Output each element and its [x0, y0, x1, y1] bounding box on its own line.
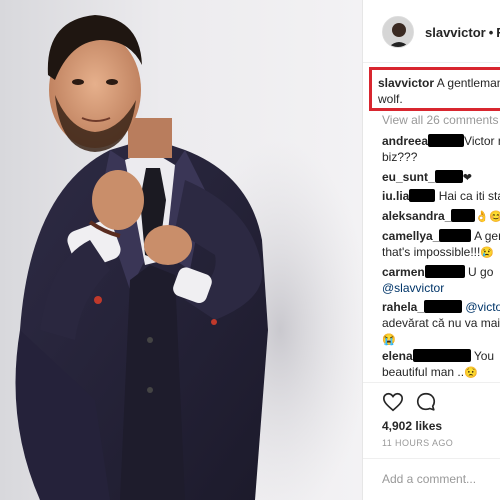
comment-text-line2: biz???	[382, 150, 418, 164]
comment-username[interactable]: camellya_	[382, 229, 439, 243]
heart-emoji: ❤	[462, 172, 472, 184]
redaction-bar	[424, 300, 463, 313]
comment-text: Victor n	[464, 134, 500, 148]
view-all-comments-link[interactable]: View all 26 comments	[382, 113, 499, 127]
sad-emoji: 😢	[480, 247, 495, 259]
comment-username[interactable]: iu.lia	[382, 189, 409, 203]
highlighted-caption: slavvictor A gentleman wolf.	[369, 67, 500, 111]
caption-text: A gentleman	[436, 76, 500, 90]
comment-item: eu_sunt_ ❤	[382, 169, 500, 186]
comment-username[interactable]: elena	[382, 349, 413, 363]
comment-item: andreea Victor n biz???	[382, 133, 500, 165]
comment-text: Hai ca iti sta	[438, 189, 500, 203]
redaction-bar	[412, 349, 471, 362]
comment-item: rahela_ @victors adevărat că nu va mai f…	[382, 299, 500, 348]
comment-item: camellya_ A gent that's impossible!!!😢	[382, 228, 500, 261]
heart-icon[interactable]	[382, 391, 404, 413]
comment-text: A gent	[474, 229, 500, 243]
redaction-bar	[439, 229, 472, 242]
redaction-bar	[409, 189, 436, 202]
worried-emoji: 😟	[464, 367, 478, 379]
redaction-bar	[428, 134, 465, 147]
follow-button[interactable]: Fo	[496, 25, 500, 40]
comment-item: carmen U go @slavvictor	[382, 264, 500, 296]
redaction-bar	[434, 170, 463, 183]
post-photo[interactable]	[0, 0, 362, 500]
add-comment-input[interactable]: Add a comment...	[382, 472, 476, 486]
comment-item: elena You beautiful man ..😟	[382, 348, 500, 381]
ok-hand-smile-emoji: 👌😊	[475, 211, 500, 223]
profile-avatar[interactable]	[382, 16, 414, 48]
comment-text-line2: adevărat că nu va mai f	[382, 316, 500, 330]
caption-username[interactable]: slavvictor	[378, 76, 434, 90]
post-header: slavvictor•Fo	[363, 0, 500, 63]
comment-mention[interactable]: @slavvictor	[382, 281, 444, 295]
comment-username[interactable]: carmen	[382, 265, 425, 279]
header-username[interactable]: slavvictor	[425, 25, 486, 40]
crying-emoji: 😭	[382, 334, 396, 346]
comment-text-line2: that's impossible!!!	[382, 245, 481, 259]
comment-text-line2: beautiful man ..	[382, 365, 465, 379]
comment-text: U go	[468, 265, 494, 279]
redaction-bar	[424, 265, 465, 278]
man-in-suit-image	[15, 15, 362, 500]
caption-text-line2: wolf.	[378, 92, 403, 106]
likes-count[interactable]: 4,902 likes	[382, 419, 442, 433]
post-timestamp: 11 HOURS AGO	[382, 438, 454, 448]
comment-item: iu.lia Hai ca iti sta	[382, 188, 500, 204]
comment-username[interactable]: aleksandra_	[382, 209, 451, 223]
comment-item: aleksandra_ 👌😊	[382, 208, 500, 225]
comment-mention[interactable]: @victors	[465, 300, 500, 314]
post-side-panel: slavvictor•Fo slavvictor A gentleman wol…	[362, 0, 500, 500]
comment-text: You	[473, 349, 495, 363]
comment-username[interactable]: rahela_	[382, 300, 424, 314]
comment-bubble-icon[interactable]	[415, 391, 437, 413]
separator-dot: •	[488, 25, 494, 40]
comment-username[interactable]: andreea	[382, 134, 428, 148]
header-username-row: slavvictor•Fo	[425, 25, 500, 40]
add-comment-bar: Add a comment...	[363, 458, 500, 500]
comment-username[interactable]: eu_sunt_	[382, 170, 435, 184]
avatar-image	[383, 17, 413, 47]
redaction-bar	[451, 209, 476, 222]
